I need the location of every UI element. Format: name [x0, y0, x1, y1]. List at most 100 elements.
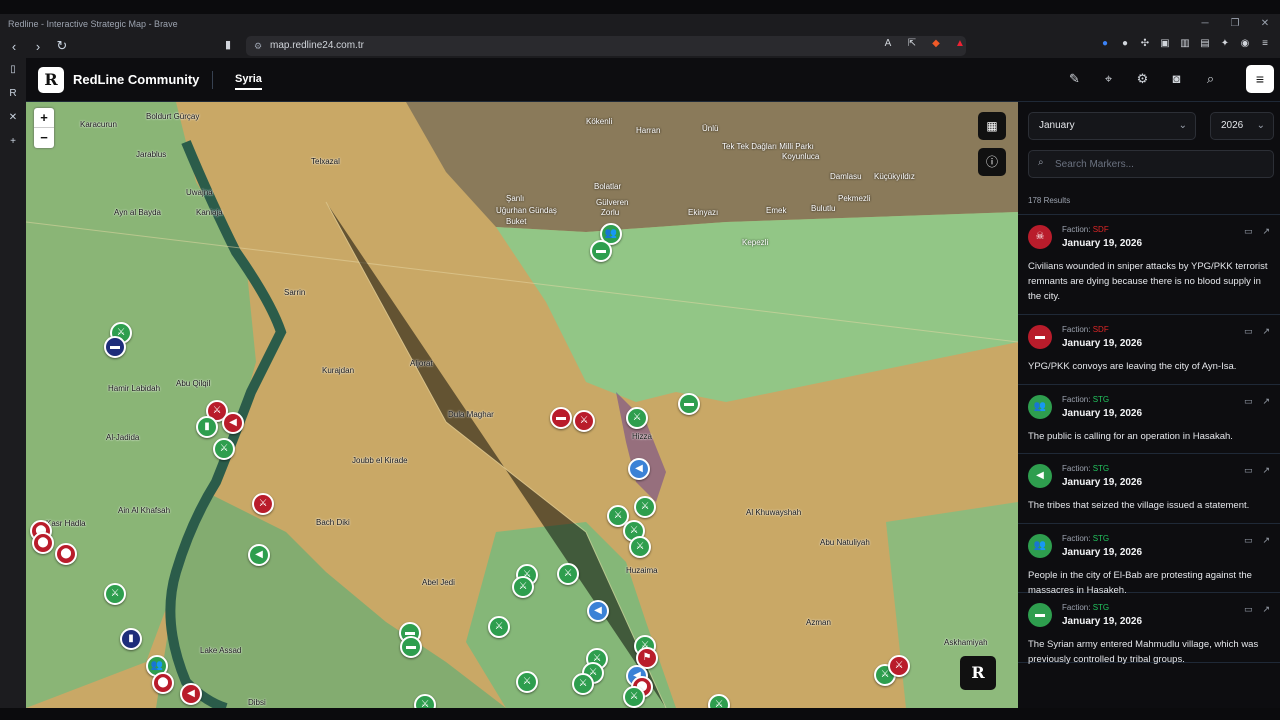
map-marker-rifle[interactable]: ⚔: [213, 438, 235, 460]
screenshot-icon[interactable]: ▣: [1158, 38, 1172, 49]
marker-feed-item[interactable]: ◀ Faction: STG January 19, 2026 ▭ ↗ The tribe…: [1018, 454, 1280, 524]
hamburger-menu-button[interactable]: ≡: [1246, 65, 1274, 93]
zoom-in-button[interactable]: +: [34, 108, 54, 128]
video-icon[interactable]: ▭: [1244, 535, 1253, 546]
marker-feed-item[interactable]: ☠ Faction: SDF January 19, 2026 ▭ ↗ Civilians…: [1018, 215, 1280, 315]
sidebar-toggle-icon[interactable]: ▥: [1178, 38, 1192, 49]
external-link-icon[interactable]: ↗: [1262, 465, 1270, 476]
month-select[interactable]: January ⌄: [1028, 112, 1196, 140]
map-marker-megaphone[interactable]: ◀: [248, 544, 270, 566]
forward-icon[interactable]: ›: [28, 39, 48, 54]
video-icon[interactable]: ▭: [1244, 465, 1253, 476]
map-marker-protest[interactable]: ⬤: [152, 672, 174, 694]
zoom-out-button[interactable]: −: [34, 128, 54, 148]
search-icon[interactable]: ⌕: [1201, 71, 1220, 87]
x-tab-icon[interactable]: ✕: [0, 106, 26, 130]
map-layers-button[interactable]: ▦: [978, 112, 1006, 140]
brave-shield-icon[interactable]: ◆: [928, 38, 944, 49]
site-info-icon[interactable]: ⚙: [254, 36, 262, 56]
map-marker-truck[interactable]: ▬: [590, 240, 612, 262]
map-info-button[interactable]: ⓘ: [978, 148, 1006, 176]
map-marker-tower[interactable]: ▮: [196, 416, 218, 438]
map-marker-rifle[interactable]: ⚔: [626, 407, 648, 429]
map-label: Ain Al Khafsah: [118, 506, 171, 515]
back-icon[interactable]: ‹: [4, 39, 24, 54]
map-marker-protest[interactable]: ⬤: [32, 532, 54, 554]
brave-rewards-icon[interactable]: ▲: [952, 38, 968, 49]
close-window-icon[interactable]: ✕: [1250, 14, 1280, 34]
strategic-map[interactable]: + − ▦ ⓘ Karacurun Boldurt Gürçay Kökenli…: [26, 102, 1018, 708]
map-label: Ayn al Bayda: [114, 208, 161, 217]
address-bar[interactable]: ⚙ map.redline24.com.tr: [246, 36, 966, 56]
settings-icon[interactable]: ⚙: [1133, 71, 1152, 87]
map-marker-rifle[interactable]: ⚔: [488, 616, 510, 638]
maximize-icon[interactable]: ❐: [1220, 14, 1250, 34]
map-marker-rifle[interactable]: ⚔: [252, 493, 274, 515]
map-marker-rifle[interactable]: ⚔: [629, 536, 651, 558]
map-marker-vehicle[interactable]: ▬: [104, 336, 126, 358]
marker-feed-item[interactable]: 👥 Faction: STG January 19, 2026 ▭ ↗ The publi…: [1018, 385, 1280, 454]
map-marker-megaphone[interactable]: ◀: [222, 412, 244, 434]
sidebar-panel-icon[interactable]: ▯: [0, 58, 26, 82]
map-marker-protest[interactable]: ⬤: [55, 543, 77, 565]
map-marker-rifle[interactable]: ⚔: [573, 410, 595, 432]
marker-feed-item[interactable]: ▬ Faction: SDF January 19, 2026 ▭ ↗ YPG/PKK c…: [1018, 315, 1280, 385]
leo-icon[interactable]: ✦: [1218, 38, 1232, 49]
map-marker-truck[interactable]: ▬: [678, 393, 700, 415]
map-marker-rifle[interactable]: ⚔: [516, 671, 538, 693]
extension-icon[interactable]: ●: [1098, 38, 1112, 49]
map-marker-megaphone[interactable]: ◀: [628, 458, 650, 480]
external-link-icon[interactable]: ↗: [1262, 535, 1270, 546]
map-marker-rifle[interactable]: ⚔: [634, 496, 656, 518]
map-label: Hamir Labidah: [108, 384, 161, 393]
map-marker-rifle[interactable]: ⚔: [512, 576, 534, 598]
reload-icon[interactable]: ↻: [52, 38, 72, 54]
puzzle-icon[interactable]: ✣: [1138, 38, 1152, 49]
markers-panel: January ⌄ 2026 ⌄ ⌕ 178 Results ☠ Faction:…: [1018, 102, 1280, 708]
add-tab-icon[interactable]: +: [0, 130, 26, 154]
map-marker-megaphone[interactable]: ◀: [587, 600, 609, 622]
faction-line: Faction: STG: [1062, 534, 1109, 543]
extension2-icon[interactable]: ●: [1118, 38, 1132, 49]
bookmark-icon[interactable]: ▮: [225, 38, 231, 51]
camera-icon[interactable]: ◙: [1167, 71, 1186, 87]
location-pin-icon[interactable]: ⌖: [1099, 71, 1118, 87]
map-marker-rifle[interactable]: ⚔: [623, 686, 645, 708]
wallet-icon[interactable]: ▤: [1198, 38, 1212, 49]
marker-feed-item[interactable]: 👥 Faction: STG January 19, 2026 ▭ ↗ People in…: [1018, 524, 1280, 596]
map-label: Telxazal: [311, 157, 340, 166]
share-icon[interactable]: ⇱: [904, 38, 920, 49]
app-logo[interactable]: R: [38, 67, 64, 93]
redline-tab-icon[interactable]: R: [0, 82, 26, 106]
video-icon[interactable]: ▭: [1244, 396, 1253, 407]
faction-name: STG: [1092, 603, 1110, 612]
draw-icon[interactable]: ✎: [1065, 71, 1084, 87]
map-marker-megaphone[interactable]: ◀: [180, 683, 202, 705]
external-link-icon[interactable]: ↗: [1262, 226, 1270, 237]
video-icon[interactable]: ▭: [1244, 604, 1253, 615]
marker-search-input[interactable]: [1055, 155, 1265, 173]
external-link-icon[interactable]: ↗: [1262, 396, 1270, 407]
map-marker-truck[interactable]: ▬: [400, 636, 422, 658]
video-icon[interactable]: ▭: [1244, 226, 1253, 237]
crowd-icon: 👥: [1028, 394, 1052, 419]
tab-syria[interactable]: Syria: [235, 73, 262, 90]
map-marker-rifle[interactable]: ⚔: [572, 673, 594, 695]
minimize-icon[interactable]: ─: [1190, 14, 1220, 34]
map-marker-rifle[interactable]: ⚔: [557, 563, 579, 585]
redline-float-logo[interactable]: R: [960, 656, 996, 690]
browser-toolbar: ‹ › ↻ ▮ ⚙ map.redline24.com.tr A ⇱ ◆ ▲ ●…: [0, 34, 1280, 58]
marker-feed-item[interactable]: ▬ Faction: STG January 19, 2026 ▭ ↗ The Syria…: [1018, 593, 1280, 665]
translate-icon[interactable]: A: [880, 38, 896, 49]
external-link-icon[interactable]: ↗: [1262, 604, 1270, 615]
map-marker-tower[interactable]: ▮: [120, 628, 142, 650]
external-link-icon[interactable]: ↗: [1262, 326, 1270, 337]
map-marker-truck[interactable]: ▬: [550, 407, 572, 429]
app-header: R RedLine Community Syria ✎ ⌖ ⚙ ◙ ⌕ ≡: [26, 58, 1280, 102]
menu-icon[interactable]: ≡: [1258, 38, 1272, 49]
year-select[interactable]: 2026 ⌄: [1210, 112, 1274, 140]
map-marker-rifle[interactable]: ⚔: [104, 583, 126, 605]
map-marker-rifle[interactable]: ⚔: [888, 655, 910, 677]
video-icon[interactable]: ▭: [1244, 326, 1253, 337]
vpn-icon[interactable]: ◉: [1238, 38, 1252, 49]
